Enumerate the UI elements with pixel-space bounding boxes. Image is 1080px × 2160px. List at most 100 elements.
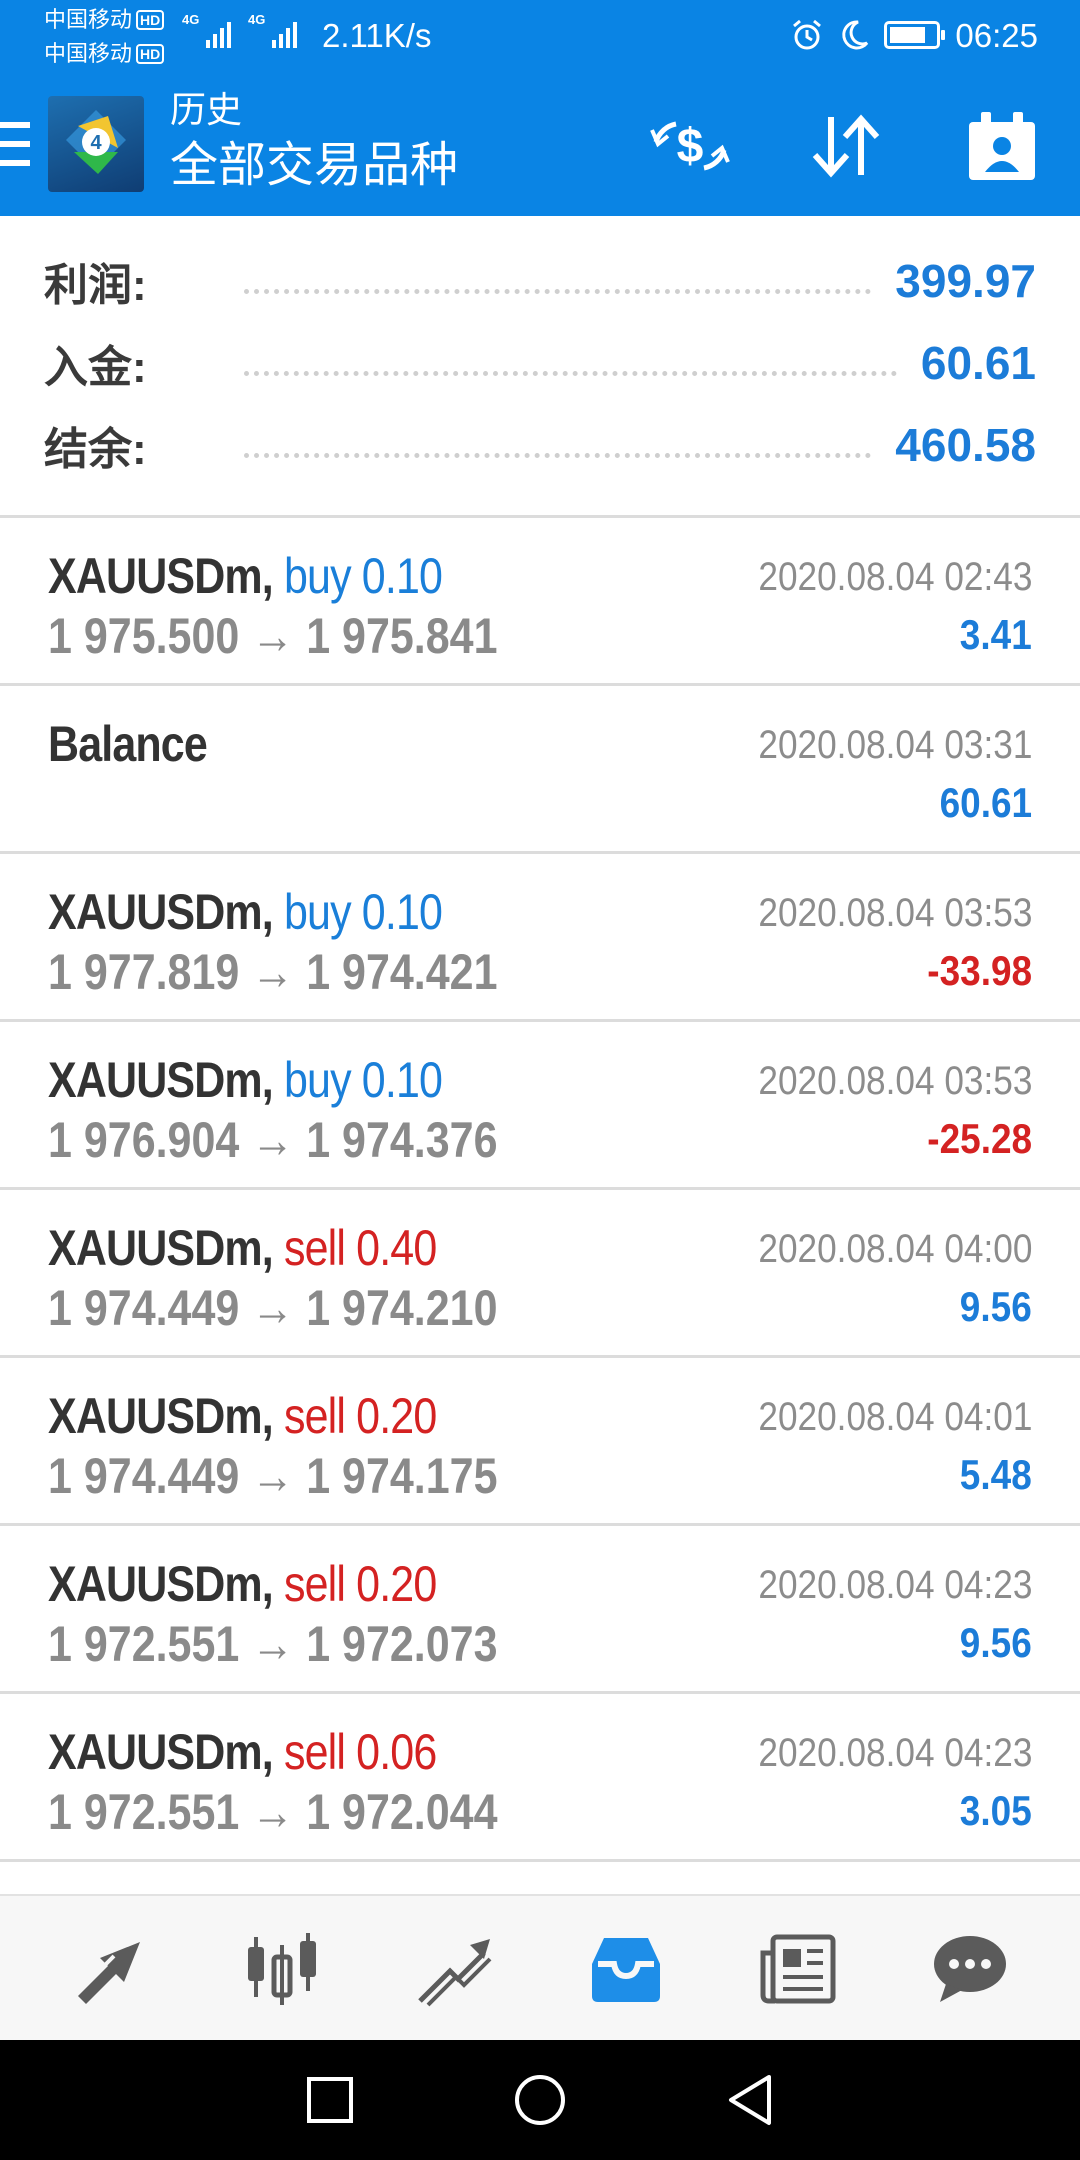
deal-side: buy 0.10 [283,1052,443,1108]
chart-icon [248,1933,316,2005]
deal-symbol: XAUUSDm, buy 0.10 [48,884,443,940]
nav-chat[interactable] [884,1896,1056,2042]
svg-text:$: $ [677,120,704,173]
profit-value: 399.97 [895,255,1036,307]
deal-symbol: XAUUSDm, buy 0.10 [48,1052,443,1108]
deposit-label: 入金: [44,343,147,392]
deal-row[interactable]: XAUUSDm, buy 0.10 1 977.819 → 1 974.421 … [0,854,1080,1022]
carrier-1-label: 中国移动 [44,7,133,32]
hd-badge: HD [136,44,165,64]
nav-quotes[interactable] [24,1896,196,2042]
system-nav-bar [0,2040,1080,2160]
bottom-nav [0,1894,1080,2040]
deal-side: sell 0.40 [283,1220,437,1276]
deal-prices: 1 977.819 → 1 974.421 [48,944,498,1000]
deal-profit: 9.56 [960,1619,1032,1666]
deal-time: 2020.08.04 03:31 [757,723,1032,767]
chat-icon [934,1936,1006,2002]
deal-profit: 3.41 [960,611,1032,658]
history-icon [592,1938,660,2002]
deal-prices: 1 974.449 → 1 974.210 [48,1280,498,1336]
carrier-2-label: 中国移动 [44,41,133,66]
deal-prices: 1 976.904 → 1 974.376 [48,1112,498,1168]
deal-side: sell 0.06 [283,1724,437,1780]
deal-row[interactable]: XAUUSDm, sell 0.06 1 972.551 → 1 972.044… [0,1694,1080,1862]
deal-time: 2020.08.04 02:43 [757,555,1032,599]
mt4-logo[interactable]: 4 [48,96,144,192]
leader-dots [244,370,897,376]
nav-history[interactable] [540,1896,712,2042]
sort-icon[interactable] [804,104,888,188]
nav-chart[interactable] [196,1896,368,2042]
deal-symbol: XAUUSDm, sell 0.40 [48,1220,437,1276]
deals-list: XAUUSDm, buy 0.10 1 975.500 → 1 975.841 … [0,518,1080,1862]
deal-time: 2020.08.04 04:00 [757,1227,1032,1271]
deal-prices: 1 972.551 → 1 972.044 [48,1784,498,1840]
deal-symbol: XAUUSDm, buy 0.10 [48,548,443,604]
back-icon[interactable] [725,2073,775,2127]
clock: 06:25 [955,17,1038,54]
deal-time: 2020.08.04 04:01 [757,1395,1032,1439]
battery-fill [890,27,925,43]
profit-label: 利润: [44,261,147,310]
deal-prices: 1 972.551 → 1 972.073 [48,1616,498,1672]
trade-icon [418,1939,492,2007]
alarm-icon [793,19,821,50]
balance-value: 460.58 [895,419,1036,471]
deal-time: 2020.08.04 03:53 [757,891,1032,935]
deal-row[interactable]: XAUUSDm, buy 0.10 1 976.904 → 1 974.376 … [0,1022,1080,1190]
deal-profit: 9.56 [960,1283,1032,1330]
summary-balance-row: 结余: 460.58 [44,410,1036,480]
page-title[interactable]: 全部交易品种 [170,136,458,196]
deal-row[interactable]: XAUUSDm, sell 0.20 1 974.449 → 1 974.175… [0,1358,1080,1526]
summary-profit-row: 利润: 399.97 [44,246,1036,316]
deal-side: sell 0.20 [283,1388,437,1444]
deal-symbol: XAUUSDm, sell 0.06 [48,1724,437,1780]
leader-dots [244,452,872,458]
home-icon[interactable] [513,2073,567,2127]
deal-time: 2020.08.04 04:23 [757,1563,1032,1607]
deposit-value: 60.61 [920,337,1036,389]
deal-prices: 1 975.500 → 1 975.841 [48,608,498,664]
deal-profit: 5.48 [960,1451,1032,1498]
hd-badge: HD [136,10,165,30]
recent-apps-icon[interactable] [305,2075,355,2125]
news-icon [760,1934,836,2004]
deal-side: buy 0.10 [283,884,443,940]
nav-news[interactable] [712,1896,884,2042]
deal-row[interactable]: Balance 2020.08.04 03:31 60.61 [0,686,1080,854]
status-bar: 中国移动 HD 中国移动 HD 4G 4G 2.11K/s 06:25 [0,0,1080,74]
carrier-1: 中国移动 HD [44,7,165,32]
deal-profit: -33.98 [927,947,1032,994]
signal-strength-icon: 4G [248,12,297,48]
battery-icon [884,21,945,49]
deal-symbol: XAUUSDm, sell 0.20 [48,1388,437,1444]
deal-row[interactable]: XAUUSDm, buy 0.10 1 975.500 → 1 975.841 … [0,518,1080,686]
leader-dots [244,288,872,294]
menu-icon[interactable] [0,122,30,166]
page-subtitle: 历史 [170,89,243,130]
summary-panel: 利润: 399.97 入金: 60.61 结余: 460.58 [0,216,1080,518]
deal-row[interactable]: XAUUSDm, sell 0.20 1 972.551 → 1 972.073… [0,1526,1080,1694]
deal-symbol: XAUUSDm, sell 0.20 [48,1556,437,1612]
deal-profit: -25.28 [927,1115,1032,1162]
moon-icon [842,20,869,50]
deal-profit: 3.05 [960,1787,1032,1834]
summary-deposit-row: 入金: 60.61 [44,328,1036,398]
balance-label: 结余: [44,425,147,474]
status-icons [790,18,945,52]
deal-profit: 60.61 [939,779,1032,826]
app-bar: 4 历史 全部交易品种 $ [0,74,1080,216]
signal-strength-icon: 4G [182,12,231,48]
nav-trade[interactable] [368,1896,540,2042]
deal-symbol: Balance [48,716,208,772]
carrier-2: 中国移动 HD [44,41,165,66]
quotes-icon [78,1942,140,2004]
currency-exchange-icon[interactable]: $ [648,104,732,188]
net-speed: 2.11K/s [322,17,432,54]
calendar-person-icon[interactable] [960,104,1044,188]
deal-time: 2020.08.04 04:23 [757,1731,1032,1775]
svg-text:4: 4 [90,132,102,154]
deal-row[interactable]: XAUUSDm, sell 0.40 1 974.449 → 1 974.210… [0,1190,1080,1358]
deal-side: buy 0.10 [283,548,443,604]
